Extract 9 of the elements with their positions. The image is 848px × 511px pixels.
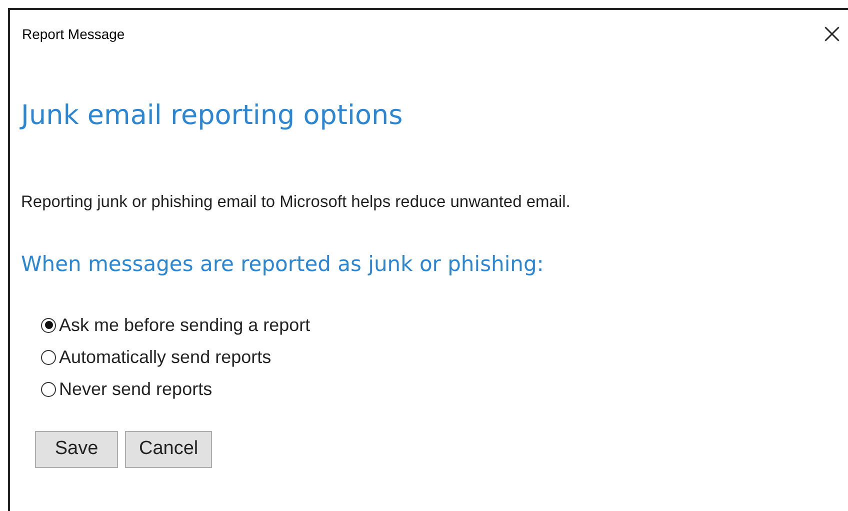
radio-option[interactable]: Automatically send reports: [41, 341, 272, 373]
description-text: Reporting junk or phishing email to Microsoft helps reduce unwanted email.: [21, 192, 570, 213]
dialog-heading: Junk email reporting options: [21, 99, 403, 133]
save-button[interactable]: Save: [35, 431, 118, 468]
options-subheading: When messages are reported as junk or phishing:: [21, 251, 544, 278]
radio-option[interactable]: Never send reports: [41, 373, 212, 405]
cancel-button[interactable]: Cancel: [125, 431, 212, 468]
window-title: Report Message: [22, 24, 125, 44]
radio-option[interactable]: Ask me before sending a report: [41, 309, 310, 341]
